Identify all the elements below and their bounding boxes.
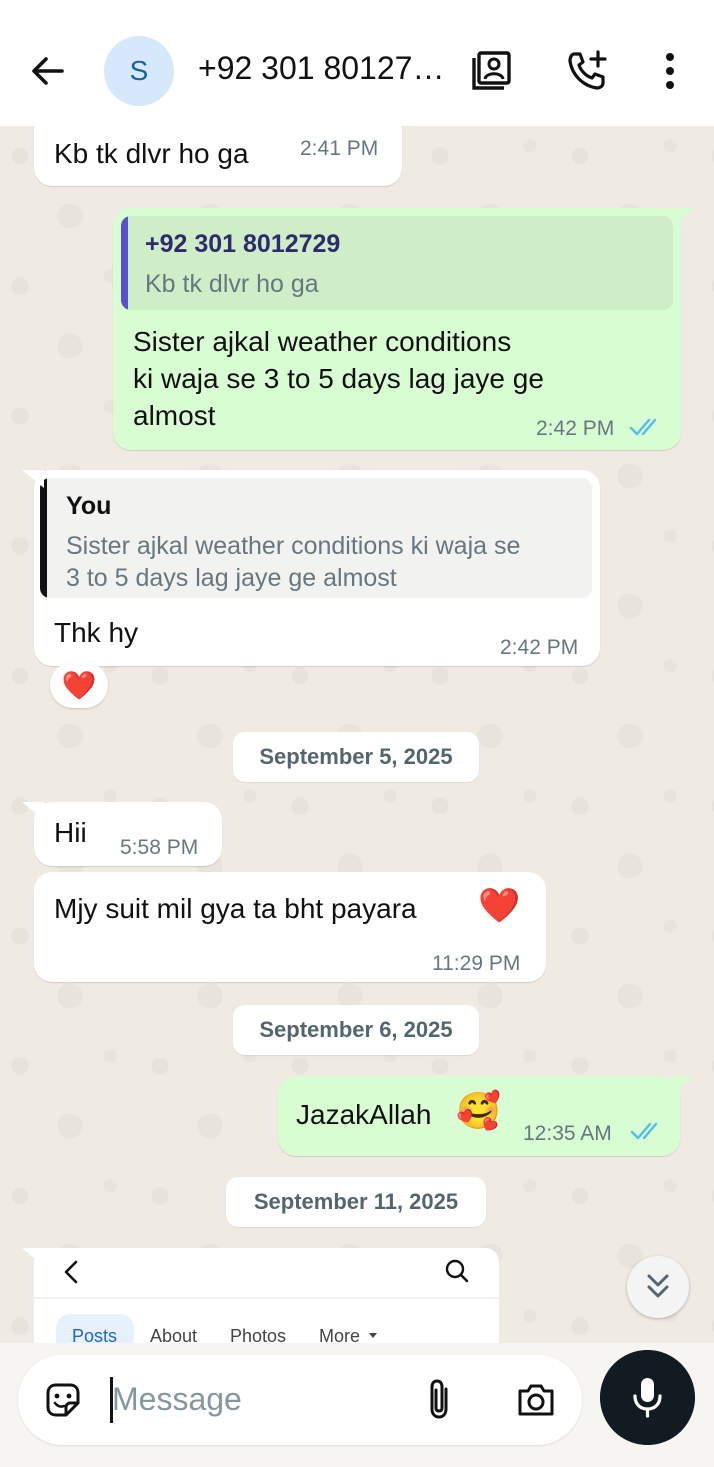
quote-bar xyxy=(40,478,47,598)
date-separator: September 11, 2025 xyxy=(226,1177,486,1227)
double-chevron-down-icon[interactable] xyxy=(627,1256,689,1318)
bubble-tail xyxy=(672,208,694,226)
message-incoming[interactable]: Kb tk dlvr ho ga 2:41 PM xyxy=(34,126,402,186)
message-time: 2:42 PM xyxy=(536,417,615,440)
add-call-icon[interactable] xyxy=(564,48,610,94)
bubble-tail xyxy=(22,1248,44,1266)
camera-icon[interactable] xyxy=(514,1379,558,1421)
message-outgoing[interactable]: JazakAllah 🥰 12:35 AM xyxy=(278,1076,680,1156)
message-text: Thk hy xyxy=(54,617,139,648)
quote-text: Sister ajkal weather conditions ki waja … xyxy=(66,532,521,560)
message-time: 12:35 AM xyxy=(523,1122,612,1145)
message-text: Kb tk dlvr ho ga xyxy=(54,138,249,169)
reaction-badge[interactable]: ❤️ xyxy=(50,662,108,708)
quote-bar xyxy=(121,216,128,310)
bubble-tail xyxy=(22,470,44,488)
message-incoming[interactable]: You Sister ajkal weather conditions ki w… xyxy=(34,470,600,666)
back-arrow-icon[interactable] xyxy=(26,50,68,92)
message-incoming[interactable]: Mjy suit mil gya ta bht payara ❤️ 11:29 … xyxy=(34,872,546,982)
quoted-message[interactable]: +92 301 8012729 Kb tk dlvr ho ga xyxy=(121,216,673,310)
smiling-face-hearts-emoji: 🥰 xyxy=(456,1090,501,1131)
message-text: almost xyxy=(133,400,216,431)
contact-title[interactable]: +92 301 80127… xyxy=(198,50,450,87)
message-time: 5:58 PM xyxy=(120,836,199,859)
message-text: Sister ajkal weather conditions xyxy=(133,326,512,357)
quote-sender: You xyxy=(66,492,112,520)
message-time: 2:42 PM xyxy=(500,636,579,659)
quote-text: 3 to 5 days lag jaye ge almost xyxy=(66,564,397,592)
sticker-icon[interactable] xyxy=(42,1379,84,1421)
double-check-icon xyxy=(630,1122,658,1140)
message-text: JazakAllah xyxy=(296,1099,432,1130)
quoted-message[interactable]: You Sister ajkal weather conditions ki w… xyxy=(40,478,592,598)
message-composer[interactable]: Message xyxy=(18,1355,582,1445)
date-separator: September 6, 2025 xyxy=(233,1005,479,1055)
message-text: Hii xyxy=(54,817,87,848)
message-text: ki waja se 3 to 5 days lag jaye ge xyxy=(133,363,544,394)
double-check-icon xyxy=(629,418,657,436)
message-time: 2:41 PM xyxy=(300,137,379,160)
bubble-tail xyxy=(22,802,44,820)
chat-area[interactable]: Kb tk dlvr ho ga 2:41 PM +92 301 8012729… xyxy=(0,126,714,1343)
attach-icon[interactable] xyxy=(420,1377,460,1423)
quote-text: Kb tk dlvr ho ga xyxy=(145,270,319,298)
message-incoming[interactable]: Hii 5:58 PM xyxy=(34,802,222,866)
heart-emoji: ❤️ xyxy=(478,887,521,925)
contact-card-icon[interactable] xyxy=(470,48,516,94)
message-time: 11:29 PM xyxy=(432,952,521,975)
date-separator: September 5, 2025 xyxy=(233,732,479,782)
preview-tab-photos: Photos xyxy=(230,1326,287,1343)
quote-sender: +92 301 8012729 xyxy=(145,230,341,258)
image-message-preview[interactable]: Posts About Photos More xyxy=(34,1248,499,1343)
bubble-tail xyxy=(672,1076,694,1094)
chat-header: S +92 301 80127… xyxy=(0,0,714,126)
more-vert-icon[interactable] xyxy=(648,48,694,94)
preview-tab-posts: Posts xyxy=(72,1326,118,1343)
avatar[interactable]: S xyxy=(104,36,174,106)
message-input[interactable]: Message xyxy=(112,1381,242,1418)
preview-tab-more: More xyxy=(319,1326,361,1343)
mic-icon[interactable] xyxy=(600,1350,695,1445)
message-text: Mjy suit mil gya ta bht payara xyxy=(54,893,417,924)
message-outgoing[interactable]: +92 301 8012729 Kb tk dlvr ho ga Sister … xyxy=(113,208,681,450)
preview-tab-about: About xyxy=(150,1326,198,1343)
